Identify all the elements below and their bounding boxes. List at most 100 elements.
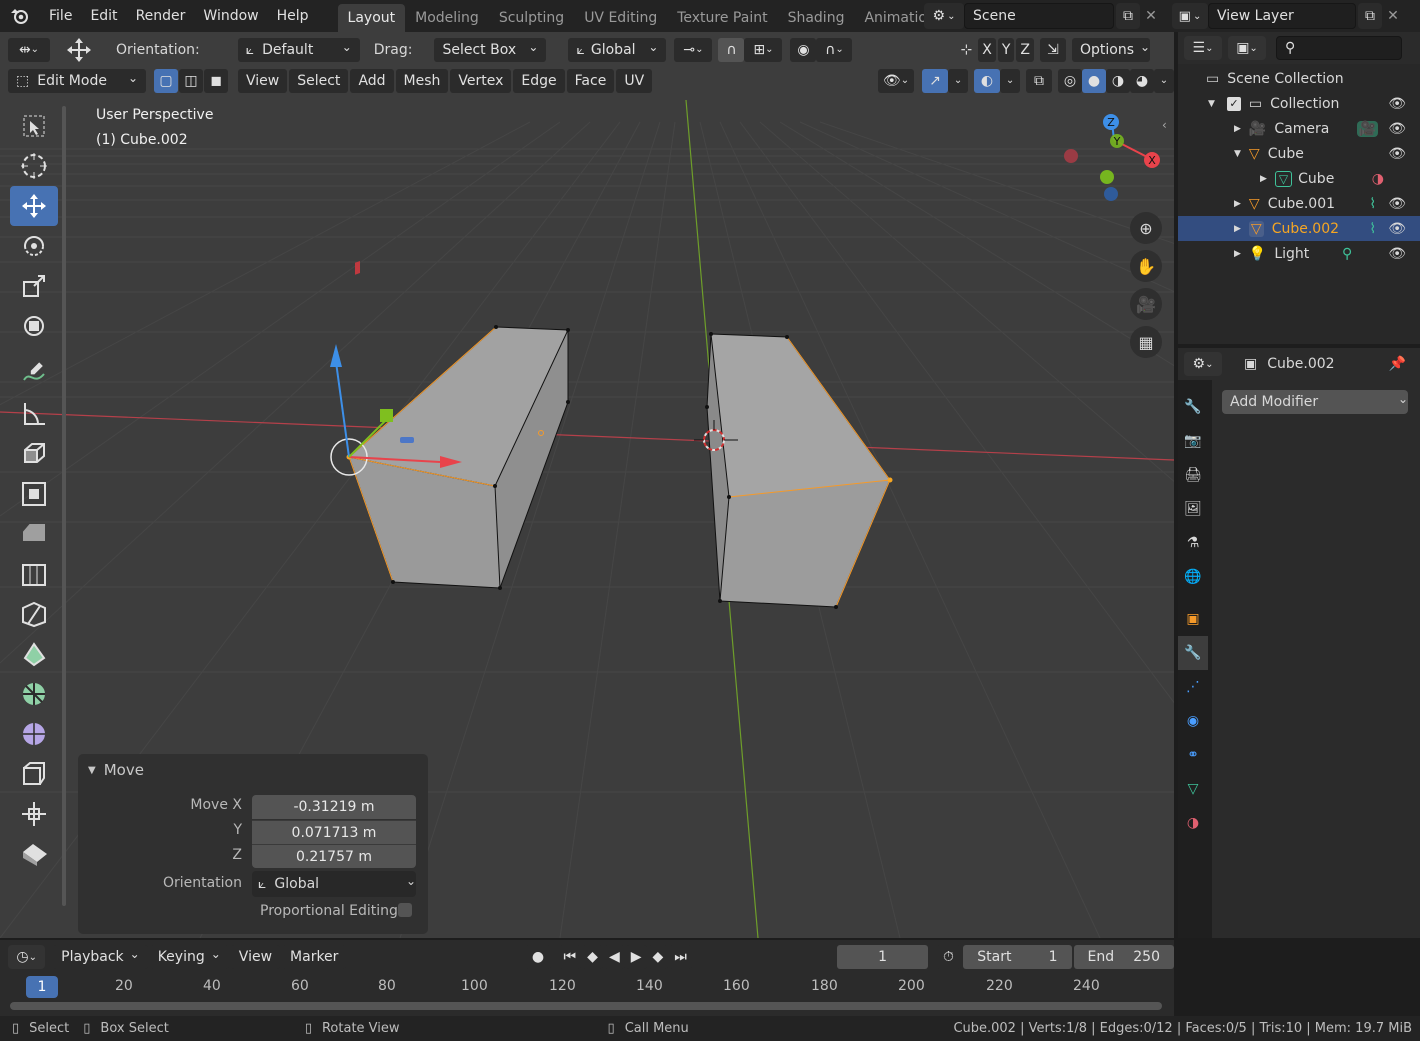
solid-shading-button[interactable]: ● xyxy=(1082,68,1106,93)
edge-slide-tool[interactable] xyxy=(10,754,58,794)
tab-uv-editing[interactable]: UV Editing xyxy=(574,4,667,32)
menu-help[interactable]: Help xyxy=(268,0,318,32)
view-layer-selector[interactable]: ▣ ⌄ View Layer ⧉ ✕ xyxy=(1172,3,1412,29)
measure-tool[interactable] xyxy=(10,394,58,434)
remove-view-layer-button[interactable]: ✕ xyxy=(1382,3,1404,29)
remove-scene-button[interactable]: ✕ xyxy=(1140,3,1162,29)
header-menu-edge[interactable]: Edge xyxy=(513,68,565,93)
constraints-tab[interactable]: ⚭ xyxy=(1178,738,1208,772)
new-scene-button[interactable]: ⧉ xyxy=(1116,3,1140,29)
outliner-scene-collection[interactable]: ▭ Scene Collection xyxy=(1178,66,1420,91)
move-z-field[interactable]: 0.21757 m xyxy=(252,844,416,868)
gizmo-dropdown[interactable]: ⌄ xyxy=(948,68,968,93)
header-menu-add[interactable]: Add xyxy=(350,68,394,93)
new-view-layer-button[interactable]: ⧉ xyxy=(1358,3,1382,29)
start-frame-field[interactable]: Start 1 xyxy=(963,945,1072,969)
visibility-eye-icon[interactable]: 👁 xyxy=(1388,146,1406,162)
extrude-tool[interactable] xyxy=(10,434,58,474)
loop-cut-tool[interactable] xyxy=(10,554,58,594)
snap-toggle[interactable]: ∩ xyxy=(718,37,745,62)
timeline-menu-view[interactable]: View xyxy=(230,945,281,969)
mirror-z-toggle[interactable]: Z xyxy=(1016,37,1034,62)
add-modifier-dropdown[interactable]: Add Modifier xyxy=(1222,390,1408,414)
current-frame-field[interactable]: 1 xyxy=(837,945,928,969)
outliner-row-light[interactable]: ▶ 💡 Light ⚲ 👁 xyxy=(1178,241,1420,266)
toolbar-scrollbar[interactable] xyxy=(62,106,66,906)
overlays-dropdown[interactable]: ⌄ xyxy=(1000,68,1020,93)
outliner-row-cube[interactable]: ▼ ▽ Cube 👁 xyxy=(1178,141,1420,166)
options-dropdown[interactable]: Options xyxy=(1071,37,1150,62)
visibility-eye-icon[interactable]: 👁 xyxy=(1388,121,1406,137)
material-tab[interactable]: ◑ xyxy=(1178,806,1208,840)
properties-editor-type-dropdown[interactable]: ⚙ ⌄ xyxy=(1184,352,1222,376)
orientation-select[interactable]: ⟀ Global xyxy=(252,871,416,897)
smooth-tool[interactable] xyxy=(10,714,58,754)
tool-icon-button[interactable]: ⇹ ⌄ xyxy=(8,37,50,62)
move-tool[interactable] xyxy=(10,186,58,226)
zoom-button[interactable]: ⊕ xyxy=(1130,212,1162,244)
edge-select-mode-button[interactable]: ◫ xyxy=(179,68,203,93)
transform-tool[interactable] xyxy=(10,306,58,346)
tab-sculpting[interactable]: Sculpting xyxy=(489,4,574,32)
blender-logo-icon[interactable] xyxy=(0,0,40,32)
pan-button[interactable]: ✋ xyxy=(1130,250,1162,282)
playhead-frame[interactable]: 1 xyxy=(26,976,58,998)
move-y-field[interactable]: 0.071713 m xyxy=(252,820,416,844)
gizmo-toggle[interactable]: ↗ xyxy=(922,68,948,93)
scene-name-field[interactable]: Scene xyxy=(964,3,1114,29)
timeline-menu-keying[interactable]: Keying xyxy=(149,945,229,969)
end-frame-field[interactable]: End 250 xyxy=(1073,945,1174,969)
outliner-row-cube-001[interactable]: ▶ ▽ Cube.001 ⌇ 👁 xyxy=(1178,191,1420,216)
tab-modeling[interactable]: Modeling xyxy=(405,4,489,32)
redo-panel-header[interactable]: ▼ Move xyxy=(78,754,428,786)
spin-tool[interactable] xyxy=(10,674,58,714)
jump-end-button[interactable]: ⏭ xyxy=(669,945,692,969)
camera-view-button[interactable]: 🎥 xyxy=(1130,288,1162,320)
auto-merge-toggle[interactable]: ⇲ xyxy=(1039,37,1066,62)
material-shading-button[interactable]: ◑ xyxy=(1106,68,1130,93)
sidebar-toggle-arrow[interactable]: ‹ xyxy=(1162,114,1174,136)
visibility-eye-icon[interactable]: 👁 xyxy=(1388,221,1406,237)
timeline-ruler[interactable]: 1 20 40 60 80 100 120 140 160 180 200 22… xyxy=(0,974,1174,1000)
wireframe-shading-button[interactable]: ◎ xyxy=(1058,68,1082,93)
vertex-select-mode-button[interactable]: ▢ xyxy=(154,68,178,93)
visibility-eye-icon[interactable]: 👁 xyxy=(1388,246,1406,262)
timeline-scrollbar[interactable] xyxy=(10,1002,1162,1010)
rendered-shading-button[interactable]: ◕ xyxy=(1130,68,1154,93)
play-reverse-button[interactable]: ◀ xyxy=(603,945,625,969)
tab-texture-paint[interactable]: Texture Paint xyxy=(667,4,777,32)
select-box-tool[interactable] xyxy=(10,106,58,146)
header-menu-vertex[interactable]: Vertex xyxy=(450,68,512,93)
header-menu-uv[interactable]: UV xyxy=(616,68,653,93)
menu-edit[interactable]: Edit xyxy=(81,0,126,32)
output-tab[interactable]: 🖨 xyxy=(1178,458,1208,492)
auto-keying-toggle[interactable]: ● xyxy=(525,945,551,969)
transform-orientation-dropdown[interactable]: ⟀ Global xyxy=(568,37,667,62)
tab-shading[interactable]: Shading xyxy=(778,4,855,32)
poly-build-tool[interactable] xyxy=(10,634,58,674)
next-keyframe-button[interactable]: ◆ xyxy=(647,945,669,969)
proportional-editing-checkbox[interactable] xyxy=(398,903,412,917)
editor-type-dropdown[interactable]: ☰ ⌄ xyxy=(1184,36,1222,60)
orientation-dropdown[interactable]: ⟀ Default xyxy=(237,37,360,62)
timeline-menu-playback[interactable]: Playback xyxy=(53,945,148,969)
jump-start-button[interactable]: ⏮ xyxy=(558,945,582,969)
mode-dropdown[interactable]: ⬚ Edit Mode xyxy=(8,68,146,93)
scene-selector[interactable]: ⚙ ⌄ Scene ⧉ ✕ xyxy=(924,3,1164,29)
scene-browse-button[interactable]: ⚙ ⌄ xyxy=(924,3,964,29)
header-menu-mesh[interactable]: Mesh xyxy=(395,68,449,93)
modifiers-tab[interactable]: 🔧 xyxy=(1178,636,1208,670)
bevel-tool[interactable] xyxy=(10,514,58,554)
prev-keyframe-button[interactable]: ◆ xyxy=(582,945,603,969)
display-mode-dropdown[interactable]: ▣ ⌄ xyxy=(1228,36,1266,60)
drag-dropdown[interactable]: Select Box xyxy=(434,37,547,62)
scene-tab[interactable]: ⚗ xyxy=(1178,526,1208,560)
outliner-row-cube-002[interactable]: ▶ ▽ Cube.002 ⌇ 👁 xyxy=(1178,216,1420,241)
checkbox-icon[interactable]: ✓ xyxy=(1226,96,1241,111)
visibility-eye-icon[interactable]: 👁 xyxy=(1388,96,1406,112)
mirror-x-toggle[interactable]: X xyxy=(978,37,996,62)
world-tab[interactable]: 🌐 xyxy=(1178,560,1208,594)
data-tab[interactable]: ▽ xyxy=(1178,772,1208,806)
object-tab[interactable]: ▣ xyxy=(1178,602,1208,636)
menu-render[interactable]: Render xyxy=(127,0,195,32)
